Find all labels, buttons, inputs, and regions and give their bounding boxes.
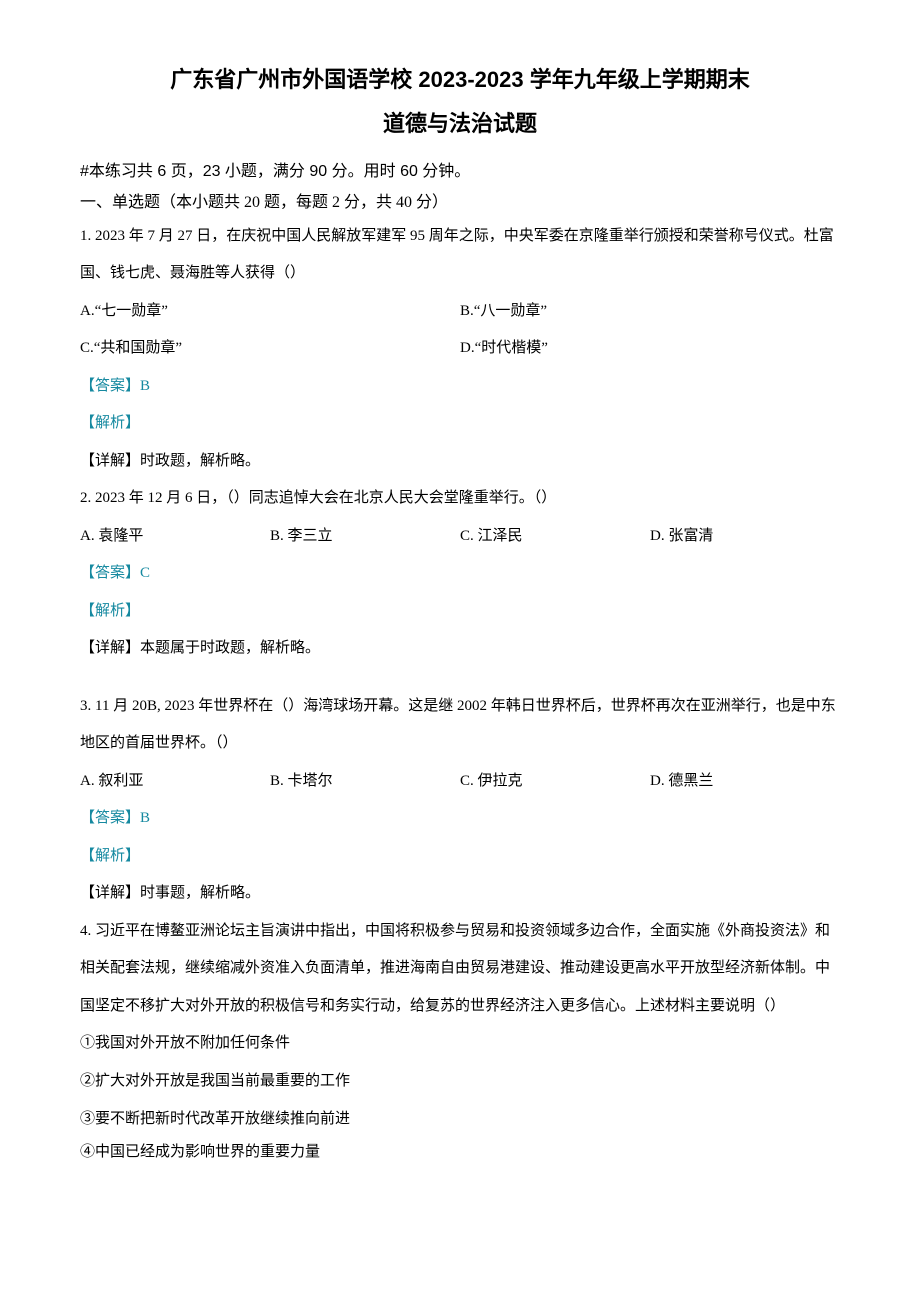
q1-options-row1: A.“七一勋章” B.“八一勋章” — [80, 293, 840, 331]
q2-text: 2. 2023 年 12 月 6 日，（）同志追悼大会在北京人民大会堂隆重举行。… — [80, 480, 840, 518]
q4-statement-3: ③要不断把新时代改革开放继续推向前进 — [80, 1106, 840, 1133]
q1-analysis-label: 【解析】 — [80, 405, 840, 443]
q3-options: A. 叙利亚 B. 卡塔尔 C. 伊拉克 D. 德黑兰 — [80, 763, 840, 801]
spacer — [80, 668, 840, 688]
exam-meta: #本练习共 6 页，23 小题，满分 90 分。用时 60 分钟。 — [80, 157, 840, 187]
q3-detail-text: 时事题，解析略。 — [140, 885, 260, 901]
q3-detail: 【详解】时事题，解析略。 — [80, 875, 840, 913]
q4-statement-2: ②扩大对外开放是我国当前最重要的工作 — [80, 1063, 840, 1101]
q3-optB: B. 卡塔尔 — [270, 763, 460, 801]
q2-answer: 【答案】C — [80, 555, 840, 593]
q3-answer: 【答案】B — [80, 800, 840, 838]
q1-optB: B.“八一勋章” — [460, 293, 840, 331]
q3-optC: C. 伊拉克 — [460, 763, 650, 801]
q1-optA: A.“七一勋章” — [80, 293, 460, 331]
q2-options: A. 袁隆平 B. 李三立 C. 江泽民 D. 张富清 — [80, 518, 840, 556]
q1-answer: 【答案】B — [80, 368, 840, 406]
q2-optC: C. 江泽民 — [460, 518, 650, 556]
q1-optC: C.“共和国勋章” — [80, 330, 460, 368]
q3-optA: A. 叙利亚 — [80, 763, 270, 801]
detail-label: 【详解】 — [80, 453, 140, 469]
q3-text: 3. 11 月 20B, 2023 年世界杯在（）海湾球场开幕。这是继 2002… — [80, 688, 840, 763]
q4-statement-1: ①我国对外开放不附加任何条件 — [80, 1025, 840, 1063]
q3-answer-value: B — [140, 810, 150, 826]
q1-detail-text: 时政题，解析略。 — [140, 453, 260, 469]
q1-optD: D.“时代楷模” — [460, 330, 840, 368]
q2-optD: D. 张富清 — [650, 518, 840, 556]
title-line-1: 广东省广州市外国语学校 2023-2023 学年九年级上学期期末 — [80, 60, 840, 100]
answer-label: 【答案】 — [80, 378, 140, 394]
q2-detail-text: 本题属于时政题，解析略。 — [140, 640, 320, 656]
detail-label: 【详解】 — [80, 885, 140, 901]
answer-label: 【答案】 — [80, 565, 140, 581]
q4-text: 4. 习近平在博鳌亚洲论坛主旨演讲中指出，中国将积极参与贸易和投资领域多边合作，… — [80, 913, 840, 1026]
q2-answer-value: C — [140, 565, 150, 581]
q1-answer-value: B — [140, 378, 150, 394]
q1-text: 1. 2023 年 7 月 27 日，在庆祝中国人民解放军建军 95 周年之际，… — [80, 218, 840, 293]
section-heading: 一、单选题（本小题共 20 题，每题 2 分，共 40 分） — [80, 188, 840, 218]
q2-optA: A. 袁隆平 — [80, 518, 270, 556]
q1-detail: 【详解】时政题，解析略。 — [80, 443, 840, 481]
q2-optB: B. 李三立 — [270, 518, 460, 556]
q2-detail: 【详解】本题属于时政题，解析略。 — [80, 630, 840, 668]
answer-label: 【答案】 — [80, 810, 140, 826]
q4-statement-4: ④中国已经成为影响世界的重要力量 — [80, 1139, 840, 1166]
q1-options-row2: C.“共和国勋章” D.“时代楷模” — [80, 330, 840, 368]
q2-analysis-label: 【解析】 — [80, 593, 840, 631]
title-line-2: 道德与法治试题 — [80, 104, 840, 144]
detail-label: 【详解】 — [80, 640, 140, 656]
q3-analysis-label: 【解析】 — [80, 838, 840, 876]
q3-optD: D. 德黑兰 — [650, 763, 840, 801]
